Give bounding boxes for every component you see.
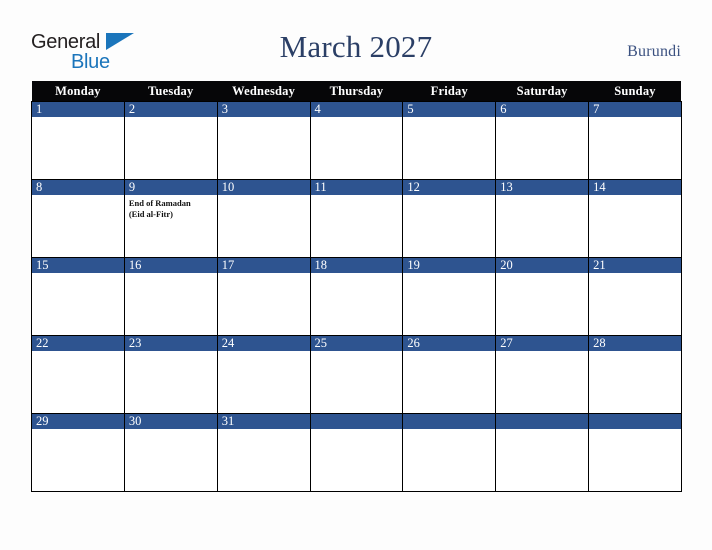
calendar-week-row: 8 9 End of Ramadan (Eid al-Fitr) 10 11 12 13 14 xyxy=(31,179,682,258)
day-number: 21 xyxy=(589,258,681,273)
calendar-day-cell[interactable]: 26 xyxy=(402,335,497,414)
day-number: 22 xyxy=(32,336,124,351)
weekday-header-sunday: Sunday xyxy=(588,81,682,102)
calendar-day-cell[interactable]: 15 xyxy=(31,257,125,336)
day-number: 27 xyxy=(496,336,589,351)
calendar-day-cell[interactable]: 22 xyxy=(31,335,125,414)
day-number: 31 xyxy=(217,414,310,429)
day-number: 19 xyxy=(403,258,496,273)
calendar-day-cell[interactable]: 23 xyxy=(123,335,218,414)
calendar-empty-cell xyxy=(588,413,682,492)
calendar-week-row: 1234567 xyxy=(31,101,682,180)
calendar-day-cell[interactable]: 27 xyxy=(495,335,590,414)
calendar-empty-cell xyxy=(309,413,404,492)
country-label: Burundi xyxy=(627,43,681,60)
day-event-line: End of Ramadan xyxy=(128,198,191,208)
weekday-header-wednesday: Wednesday xyxy=(217,81,311,102)
page-header: General Blue March 2027 Burundi xyxy=(0,0,712,81)
calendar-day-cell[interactable]: 30 xyxy=(123,413,218,492)
calendar-day-cell[interactable]: 11 xyxy=(309,179,404,258)
calendar-day-cell[interactable]: 29 xyxy=(31,413,125,492)
calendar-day-cell[interactable]: 14 xyxy=(588,179,682,258)
calendar-day-cell[interactable]: 21 xyxy=(588,257,682,336)
calendar-body: 1 2 3 4 5 6 7 8 9 End of Ramadan (Eid al-Fitr) 10 11… xyxy=(31,101,682,492)
calendar-week-row: 22 23 24 25 26 27 28 xyxy=(31,335,682,414)
calendar-empty-cell xyxy=(495,413,590,492)
calendar-day-cell[interactable]: 7 xyxy=(588,101,682,180)
calendar-day-cell[interactable]: 13 xyxy=(495,179,590,258)
calendar-day-cell[interactable]: 8 xyxy=(31,179,125,258)
calendar-day-cell[interactable]: 12 xyxy=(402,179,497,258)
calendar-day-cell[interactable]: 6 xyxy=(495,101,590,180)
day-number: 4 xyxy=(310,102,403,117)
calendar-empty-cell xyxy=(402,413,497,492)
day-number: 11 xyxy=(310,180,403,195)
calendar-day-cell[interactable]: 18 xyxy=(309,257,404,336)
page-title: March 2027 xyxy=(279,29,433,64)
calendar-table: Monday Tuesday Wednesday Thursday Friday Satu… xyxy=(31,81,682,492)
calendar-day-cell[interactable]: 19 xyxy=(402,257,497,336)
calendar-day-cell[interactable]: 2 xyxy=(123,101,218,180)
weekday-header-friday: Friday xyxy=(402,81,496,102)
day-number xyxy=(403,414,496,429)
day-number: 14 xyxy=(589,180,681,195)
day-number: 30 xyxy=(124,414,217,429)
day-number: 25 xyxy=(310,336,403,351)
day-number: 9 xyxy=(124,180,217,195)
day-number: 7 xyxy=(589,102,681,117)
day-number: 3 xyxy=(217,102,310,117)
calendar-week-row: 15 16 17 18 19 20 21 xyxy=(31,257,682,336)
calendar-day-cell[interactable]: 25 xyxy=(309,335,404,414)
calendar-day-cell[interactable]: 5 xyxy=(402,101,497,180)
calendar-day-cell[interactable]: 16 xyxy=(123,257,218,336)
weekday-header-tuesday: Tuesday xyxy=(124,81,218,102)
day-number: 17 xyxy=(217,258,310,273)
day-number: 1 xyxy=(32,102,124,117)
day-number: 6 xyxy=(496,102,589,117)
day-number: 10 xyxy=(217,180,310,195)
calendar-week-row: 29 30 31 xyxy=(31,413,682,492)
calendar-day-cell[interactable]: 10 xyxy=(216,179,311,258)
day-number: 20 xyxy=(496,258,589,273)
day-number: 28 xyxy=(589,336,681,351)
calendar-day-cell[interactable]: 20 xyxy=(495,257,590,336)
day-number xyxy=(496,414,589,429)
day-number: 18 xyxy=(310,258,403,273)
day-number: 26 xyxy=(403,336,496,351)
day-number: 15 xyxy=(32,258,124,273)
day-number xyxy=(310,414,403,429)
weekday-header-thursday: Thursday xyxy=(310,81,403,102)
day-number: 29 xyxy=(32,414,124,429)
calendar-day-cell[interactable]: 1 xyxy=(31,101,125,180)
day-number: 2 xyxy=(124,102,217,117)
calendar-day-cell[interactable]: 9 End of Ramadan (Eid al-Fitr) xyxy=(123,179,218,258)
day-number: 8 xyxy=(32,180,124,195)
calendar-container: Monday Tuesday Wednesday Thursday Friday Satu… xyxy=(31,81,682,492)
calendar-day-cell[interactable]: 28 xyxy=(588,335,682,414)
day-event-line: (Eid al-Fitr) xyxy=(128,209,173,219)
calendar-day-cell[interactable]: 17 xyxy=(216,257,311,336)
day-number: 24 xyxy=(217,336,310,351)
day-number: 13 xyxy=(496,180,589,195)
day-number xyxy=(589,414,681,429)
calendar-day-cell[interactable]: 24 xyxy=(216,335,311,414)
day-number: 23 xyxy=(124,336,217,351)
day-number: 5 xyxy=(403,102,496,117)
calendar-day-cell[interactable]: 3 xyxy=(216,101,311,180)
day-number: 12 xyxy=(403,180,496,195)
calendar-weekday-header-row: Monday Tuesday Wednesday Thursday Friday Satu… xyxy=(31,81,682,102)
day-event-list: End of Ramadan (Eid al-Fitr) xyxy=(125,195,217,220)
weekday-header-saturday: Saturday xyxy=(495,81,589,102)
calendar-day-cell[interactable]: 31 xyxy=(216,413,311,492)
weekday-header-monday: Monday xyxy=(31,81,125,102)
calendar-day-cell[interactable]: 4 xyxy=(309,101,404,180)
day-number: 16 xyxy=(124,258,217,273)
